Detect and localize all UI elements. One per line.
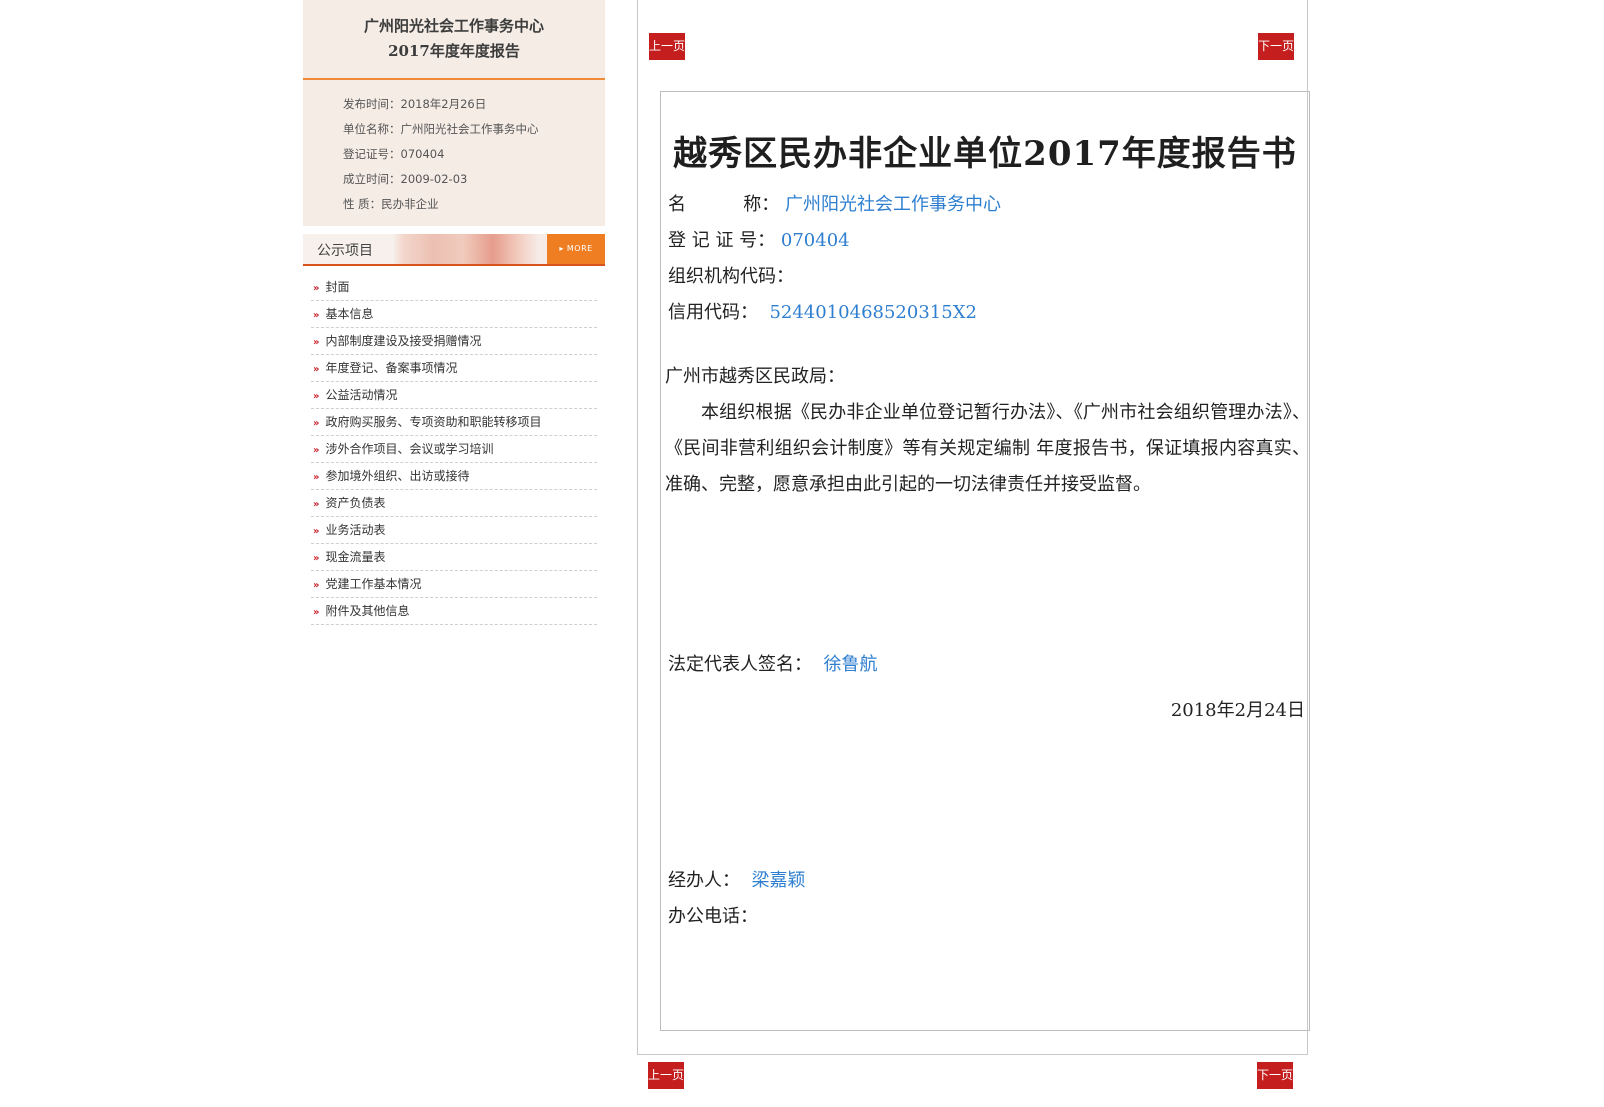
nav-item-label: 基本信息 (325, 307, 374, 321)
field-label: 办公电话： (668, 906, 758, 927)
double-chevron-icon: » (313, 391, 320, 402)
nav-item-overseas-org[interactable]: » 参加境外组织、出访或接待 (311, 463, 597, 490)
double-chevron-icon: » (313, 310, 320, 321)
next-page-button-bottom[interactable]: 下一页 (1257, 1062, 1293, 1089)
prev-page-button-bottom[interactable]: 上一页 (648, 1062, 684, 1089)
info-value: 2018年2月26日 (400, 97, 487, 111)
double-chevron-icon: » (313, 337, 320, 348)
report-year-heading: 2017年度年度报告 (388, 42, 520, 60)
double-chevron-icon: » (313, 499, 320, 510)
nav-section-header: 公示项目 ▸ MORE (303, 234, 605, 266)
nav-item-label: 政府购买服务、专项资助和职能转移项目 (325, 415, 542, 429)
report-header: 广州阳光社会工作事务中心 2017年度年度报告 (303, 0, 605, 80)
nav-item-attachments[interactable]: » 附件及其他信息 (311, 598, 597, 625)
double-chevron-icon: » (313, 283, 320, 294)
nav-section-title: 公示项目 (317, 243, 373, 259)
info-label: 成立时间： (343, 172, 401, 186)
info-founded: 成立时间：2009-02-03 (343, 167, 605, 192)
info-value: 广州阳光社会工作事务中心 (400, 122, 539, 136)
field-label: 经办人： (668, 870, 740, 891)
nav-item-internal-system[interactable]: » 内部制度建设及接受捐赠情况 (311, 328, 597, 355)
declaration-text: 本组织根据《民办非企业单位登记暂行办法》、《广州市社会组织管理办法》、《民间非营… (665, 402, 1310, 495)
field-label: 信用代码： (668, 302, 758, 323)
nav-item-label: 业务活动表 (325, 523, 386, 537)
info-label: 发布时间： (343, 97, 401, 111)
nav-item-cover[interactable]: » 封面 (311, 274, 597, 301)
nav-item-annual-registration[interactable]: » 年度登记、备案事项情况 (311, 355, 597, 382)
prev-page-button-top[interactable]: 上一页 (649, 33, 685, 60)
nav-item-label: 涉外合作项目、会议或学习培训 (325, 442, 494, 456)
document-title: 越秀区民办非企业单位2017年度报告书 (673, 134, 1297, 174)
nav-item-activity-statement[interactable]: » 业务活动表 (311, 517, 597, 544)
nav-list: » 封面 » 基本信息 » 内部制度建设及接受捐赠情况 » 年度登记、备案事项情况 » 公… (311, 274, 597, 625)
info-value: 070404 (400, 147, 445, 161)
info-publish-time: 发布时间：2018年2月26日 (343, 92, 605, 117)
org-name-heading: 广州阳光社会工作事务中心 (363, 17, 544, 35)
sign-date: 2018年2月24日 (1170, 700, 1305, 721)
info-value: 2009-02-03 (400, 172, 468, 186)
double-chevron-icon: » (313, 445, 320, 456)
field-value: 广州阳光社会工作事务中心 (784, 194, 1001, 215)
nav-item-label: 党建工作基本情况 (325, 577, 422, 591)
nav-item-label: 资产负债表 (325, 496, 386, 510)
nav-item-foreign-cooperation[interactable]: » 涉外合作项目、会议或学习培训 (311, 436, 597, 463)
field-handler: 经办人： 梁嘉颖 (668, 866, 805, 892)
nav-item-label: 年度登记、备案事项情况 (325, 361, 458, 375)
nav-item-label: 封面 (325, 280, 350, 294)
double-chevron-icon: » (313, 472, 320, 483)
nav-item-label: 内部制度建设及接受捐赠情况 (325, 334, 482, 348)
org-info-panel: 发布时间：2018年2月26日 单位名称：广州阳光社会工作事务中心 登记证号：0… (303, 80, 605, 226)
nav-item-cash-flow[interactable]: » 现金流量表 (311, 544, 597, 571)
nav-item-gov-purchase[interactable]: » 政府购买服务、专项资助和职能转移项目 (311, 409, 597, 436)
field-office-phone: 办公电话： (668, 902, 758, 928)
field-value: 梁嘉颖 (751, 870, 806, 891)
double-chevron-icon: » (313, 607, 320, 618)
addressee: 广州市越秀区民政局： (665, 366, 845, 387)
field-credit-code: 信用代码： 5244010468520315X2 (668, 298, 977, 324)
info-reg-number: 登记证号：070404 (343, 142, 605, 167)
report-document: 越秀区民办非企业单位2017年度报告书 名 称： 广州阳光社会工作事务中心 登 … (660, 91, 1310, 1031)
info-value: 民办非企业 (381, 197, 439, 211)
info-label: 性 质： (343, 197, 382, 211)
nav-item-public-welfare[interactable]: » 公益活动情况 (311, 382, 597, 409)
nav-item-basic-info[interactable]: » 基本信息 (311, 301, 597, 328)
field-legal-rep: 法定代表人签名： 徐鲁航 (668, 650, 877, 676)
nav-item-label: 现金流量表 (325, 550, 386, 564)
field-org-code: 组织机构代码： (668, 262, 794, 288)
double-chevron-icon: » (313, 580, 320, 591)
nav-item-balance-sheet[interactable]: » 资产负债表 (311, 490, 597, 517)
field-name: 名 称： 广州阳光社会工作事务中心 (668, 190, 1001, 216)
field-value: 徐鲁航 (823, 654, 878, 675)
field-label: 法定代表人签名： (668, 654, 812, 675)
field-label: 登 记 证 号： (668, 230, 776, 251)
nav-item-label: 公益活动情况 (325, 388, 398, 402)
next-page-button-top[interactable]: 下一页 (1258, 33, 1294, 60)
nav-item-label: 参加境外组织、出访或接待 (325, 469, 470, 483)
field-label: 组织机构代码： (668, 266, 794, 287)
field-value: 5244010468520315X2 (769, 302, 977, 323)
double-chevron-icon: » (313, 553, 320, 564)
more-button[interactable]: ▸ MORE (547, 234, 605, 264)
nav-item-label: 附件及其他信息 (325, 604, 410, 618)
info-label: 登记证号： (343, 147, 401, 161)
info-org-name: 单位名称：广州阳光社会工作事务中心 (343, 117, 605, 142)
field-label: 名 称： (668, 194, 780, 215)
double-chevron-icon: » (313, 364, 320, 375)
double-chevron-icon: » (313, 526, 320, 537)
info-nature: 性 质：民办非企业 (343, 192, 605, 217)
double-chevron-icon: » (313, 418, 320, 429)
nav-item-party-building[interactable]: » 党建工作基本情况 (311, 571, 597, 598)
info-label: 单位名称： (343, 122, 401, 136)
sidebar: 广州阳光社会工作事务中心 2017年度年度报告 发布时间：2018年2月26日 … (303, 0, 605, 625)
field-value: 070404 (780, 230, 850, 251)
field-reg-number: 登 记 证 号： 070404 (668, 226, 850, 252)
report-content-panel: 上一页 下一页 越秀区民办非企业单位2017年度报告书 名 称： 广州阳光社会工… (637, 0, 1310, 1055)
